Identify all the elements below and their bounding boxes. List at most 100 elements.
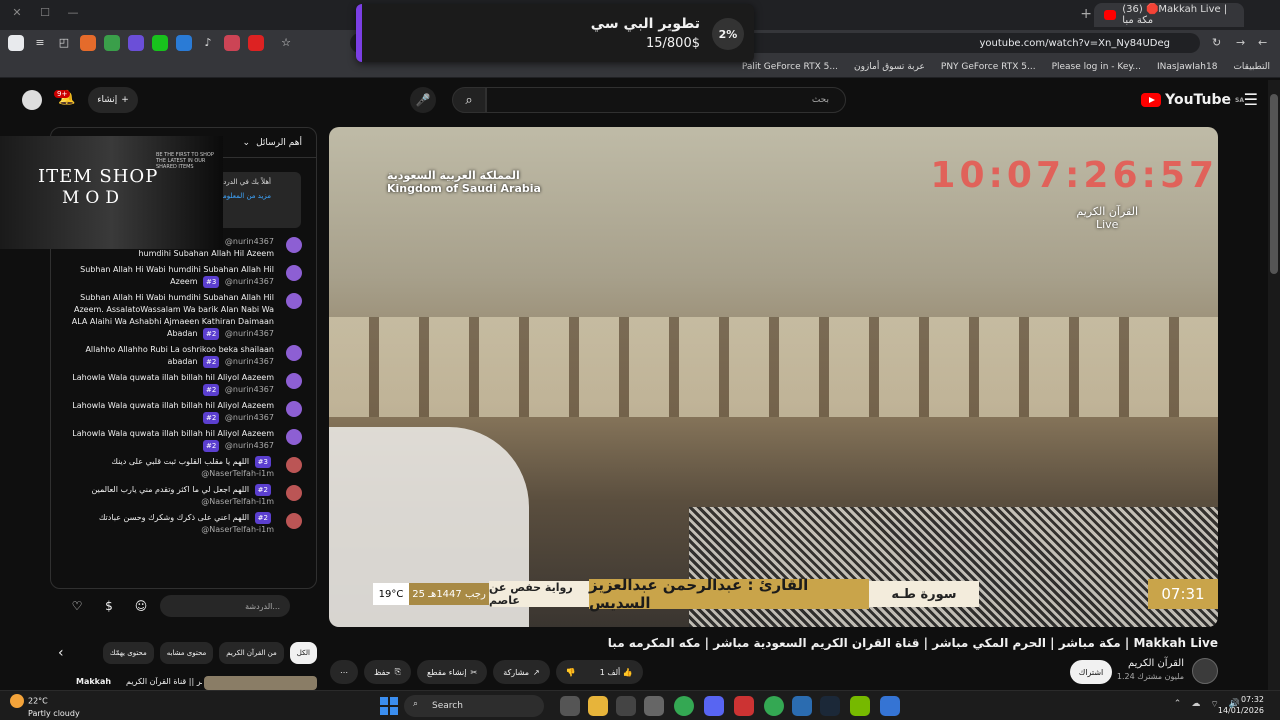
page-scrollbar[interactable] [1268,80,1280,690]
file-explorer-icon[interactable] [588,696,608,716]
chat-avatar[interactable] [286,373,302,389]
share-button[interactable]: مشاركة ↗ [493,660,550,684]
chat-author[interactable]: @nurin4367 [225,385,274,394]
puzzle-extension-icon[interactable]: ◰ [56,35,72,51]
heart-icon[interactable]: ♡ [68,597,86,615]
chat-avatar[interactable] [286,401,302,417]
bookmark-star-icon[interactable]: ☆ [278,35,294,51]
steam-icon[interactable] [820,696,840,716]
new-tab-icon[interactable]: + [1080,6,1092,22]
bookmark-item[interactable]: INasJawIah18 [1157,62,1217,72]
taskbar-clock[interactable]: 07:32 14/01/2026 [1218,694,1264,716]
extension-blue-icon[interactable] [176,35,192,51]
task-view-icon[interactable] [560,696,580,716]
extension-purple-icon[interactable] [128,35,144,51]
bookmark-item[interactable]: التطبيقات [1233,62,1270,72]
app-icon[interactable] [616,696,636,716]
forward-icon[interactable]: → [1236,36,1245,49]
weather-widget[interactable]: 22°C Partly cloudy [10,694,80,719]
chip-all[interactable]: الكل [289,642,317,664]
close-window-icon[interactable]: ✕ [10,6,24,20]
channel-name[interactable]: القرآن الكريم [1128,658,1184,669]
chat-avatar[interactable] [286,485,302,501]
chat-input[interactable]: الدردشة... [160,595,290,617]
emoji-icon[interactable]: ☺ [132,597,150,615]
search-button[interactable]: ⌕ [452,87,486,113]
chat-avatar[interactable] [286,513,302,529]
chip-related[interactable]: محتوى مشابه [159,642,214,664]
voice-search-button[interactable]: 🎤 [410,87,436,113]
chrome-icon[interactable] [764,696,784,716]
video-player[interactable]: المملكة العربية السعودية Kingdom of Saud… [329,127,1218,627]
discord-icon[interactable] [704,696,724,716]
create-button[interactable]: إنشاء + [88,87,138,113]
app-blue-icon[interactable] [880,696,900,716]
chat-author[interactable]: @nurin4367 [225,277,274,286]
back-icon[interactable]: ← [1258,36,1267,49]
chat-avatar[interactable] [286,345,302,361]
dislike-icon[interactable]: 👎 [556,668,586,677]
recommendation-item[interactable]: Makkah بث مباشر || قناة القرآن الكريم [76,676,317,690]
chip-for-you[interactable]: محتوى يهمّك [102,642,154,664]
bookmark-icon: ⎘ [394,667,401,676]
like-button[interactable]: 1 ألف 👍 [590,668,643,677]
extension-green-icon[interactable] [104,35,120,51]
menu-icon[interactable]: ☰ [1244,90,1258,109]
clip-button[interactable]: إنشاء مقطع ✂ [417,660,488,684]
chat-author[interactable]: @nurin4367 [225,357,274,366]
start-button[interactable] [380,697,398,715]
minimize-window-icon[interactable]: — [66,6,80,20]
scrollbar-thumb[interactable] [1270,94,1278,274]
game-app-icon[interactable] [734,696,754,716]
account-avatar[interactable] [22,90,42,110]
chat-avatar[interactable] [286,265,302,281]
chat-text: اللهم اعني على ذكرك وشكرك وحسن عبادتك [98,513,250,522]
weather-condition: Partly cloudy [28,709,80,718]
chat-avatar[interactable] [286,457,302,473]
subscribe-button[interactable]: اشتراك [1070,660,1112,684]
bookmark-item[interactable]: Please log in - Key... [1052,62,1141,72]
save-label: حفظ [374,667,391,677]
search-input[interactable]: بحث [486,87,846,113]
chat-author[interactable]: @NaserTelfah-i1m [201,525,274,534]
chat-avatar[interactable] [286,429,302,445]
volume-extension-icon[interactable]: ♪ [200,35,216,51]
extension-list-icon[interactable]: ≡ [32,35,48,51]
channel-row: القرآن الكريم 1.24 مليون مشترك [1018,658,1218,686]
channel-avatar[interactable] [1192,658,1218,684]
nvidia-icon[interactable] [850,696,870,716]
chrome-icon[interactable] [674,696,694,716]
chat-author[interactable]: @nurin4367 [225,237,274,246]
save-button[interactable]: حفظ ⎘ [364,660,411,684]
taskbar-search[interactable]: ⌕ Search [404,695,544,717]
tray-chevron-icon[interactable]: ⌃ [1174,699,1182,710]
bookmark-item[interactable]: PNY GeForce RTX 5... [941,62,1036,72]
chat-author[interactable]: @nurin4367 [225,441,274,450]
chat-author[interactable]: @nurin4367 [225,413,274,422]
profile-icon[interactable] [8,35,24,51]
chat-author[interactable]: @nurin4367 [225,329,274,338]
local-time: 07:31 [1148,579,1218,609]
tray-app-icon[interactable]: ☁ [1191,699,1200,710]
youtube-logo[interactable]: YouTube SA [1141,92,1244,108]
extension-orange-icon[interactable] [80,35,96,51]
more-actions-button[interactable]: ⋯ [330,660,358,684]
extension-red-icon[interactable] [224,35,240,51]
settings-icon[interactable] [644,696,664,716]
maximize-window-icon[interactable]: ☐ [38,6,52,20]
chat-avatar[interactable] [286,237,302,253]
bookmark-item[interactable]: عربة تسوق أمازون [854,62,925,72]
extension-record-icon[interactable] [248,35,264,51]
chat-author[interactable]: @NaserTelfah-i1m [201,497,274,506]
super-chat-icon[interactable]: $ [100,597,118,615]
chat-avatar[interactable] [286,293,302,309]
tab-youtube[interactable]: (36) 🛑Makkah Live | مكة مبا [1094,3,1244,27]
edge-icon[interactable] [792,696,812,716]
surah-label: سورة طـه [869,581,979,607]
reload-icon[interactable]: ↻ [1212,36,1221,49]
kick-extension-icon[interactable] [152,35,168,51]
item-shop-overlay: ITEM SHOP MOD BE THE FIRST TO SHOP THE L… [0,136,223,249]
chip-from-channel[interactable]: من القرآن الكريم [219,642,284,664]
bookmark-item[interactable]: Palit GeForce RTX 5... [742,62,838,72]
chat-author[interactable]: @NaserTelfah-i1m [201,469,274,478]
